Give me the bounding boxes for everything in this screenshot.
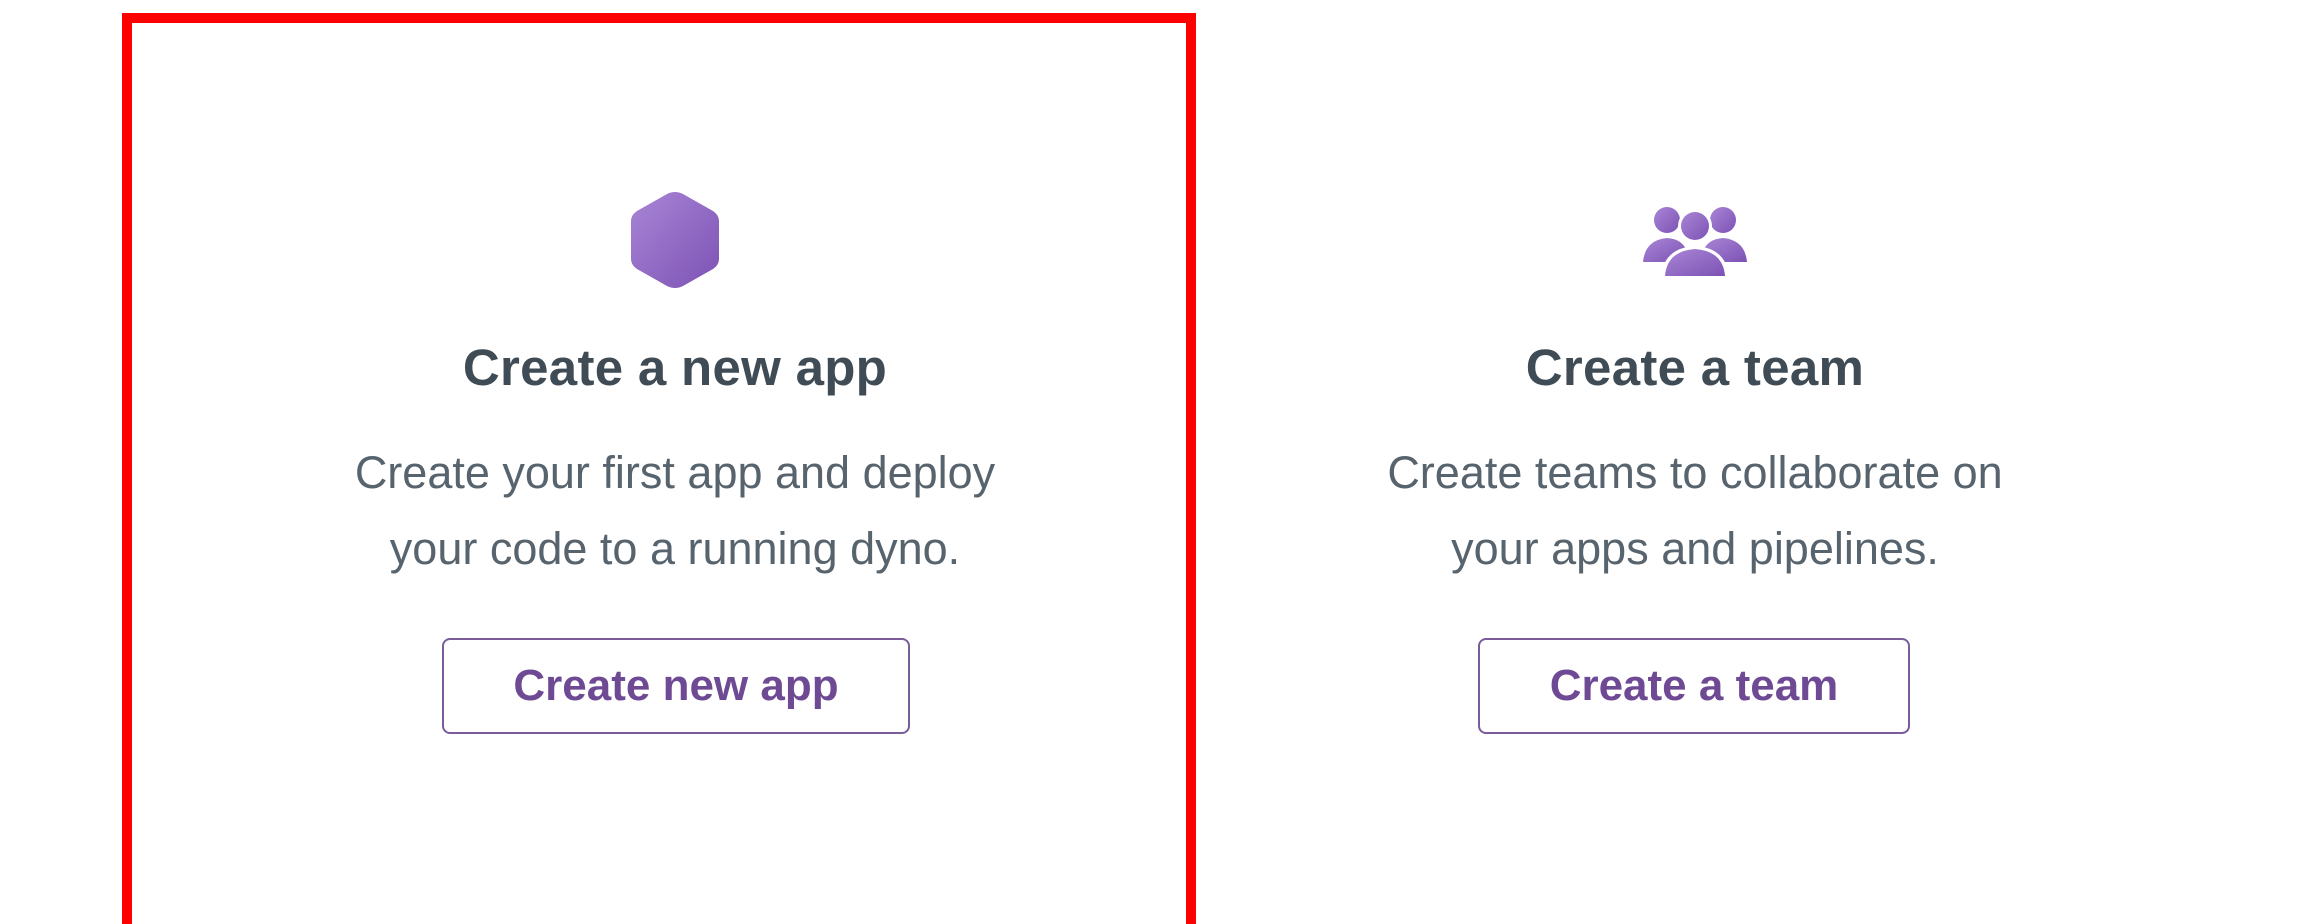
card-description: Create teams to collaborate on your apps… <box>1230 435 2160 587</box>
create-new-app-button[interactable]: Create new app <box>442 638 910 734</box>
card-title: Create a team <box>1525 339 1865 396</box>
description-line: your code to a running dyno. <box>389 523 961 574</box>
team-people-icon <box>1230 188 2160 292</box>
hexagon-app-icon <box>210 188 1140 292</box>
create-app-card: Create a new app Create your first app a… <box>210 0 1140 924</box>
description-line: your apps and pipelines. <box>1451 523 1939 574</box>
card-description: Create your first app and deploy your co… <box>210 435 1140 587</box>
description-line: Create your first app and deploy <box>354 447 996 498</box>
description-line: Create teams to collaborate on <box>1387 447 2003 498</box>
card-title: Create a new app <box>462 339 888 396</box>
create-team-button[interactable]: Create a team <box>1478 638 1910 734</box>
create-team-card: Create a team Create teams to collaborat… <box>1230 0 2160 924</box>
